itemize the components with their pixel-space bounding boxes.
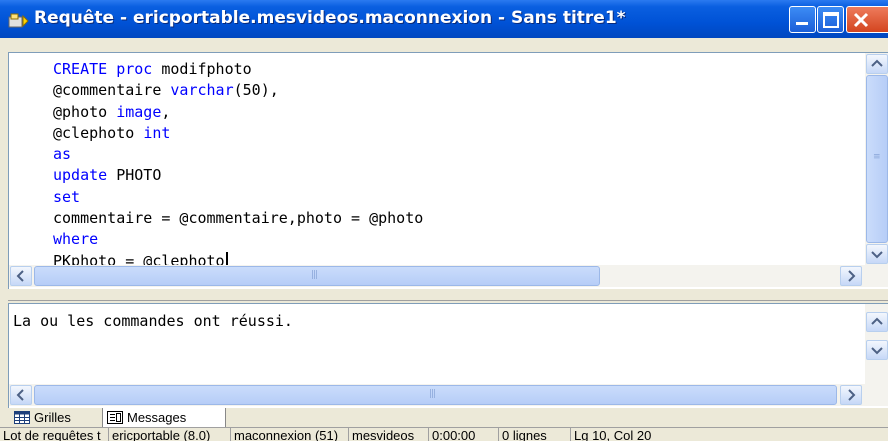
tab-label: Grilles: [34, 409, 71, 425]
sql-text: @photo: [53, 102, 117, 121]
horizontal-scroll-thumb[interactable]: |||: [34, 266, 600, 286]
status-batch: Lot de requêtes t: [0, 427, 108, 441]
minimize-icon: [796, 22, 808, 25]
code-line[interactable]: CREATE proc modifphoto: [53, 59, 423, 80]
chevron-down-icon: [871, 251, 883, 259]
code-line[interactable]: where: [53, 229, 423, 250]
sql-text: commentaire = @commentaire,photo = @phot…: [53, 209, 424, 228]
sql-keyword: update: [53, 166, 108, 185]
maximize-button[interactable]: [817, 6, 844, 33]
title-bar[interactable]: Requête - ericportable.mesvideos.maconne…: [0, 0, 888, 38]
code-line[interactable]: @photo image,: [53, 102, 423, 123]
result-tabs: Grilles Messages: [8, 408, 888, 428]
sql-editor[interactable]: CREATE proc modifphoto @commentaire varch…: [8, 52, 888, 289]
sql-keyword: proc: [116, 60, 153, 78]
scroll-down-button[interactable]: [866, 244, 888, 264]
status-cursor-position: Lg 10, Col 20: [570, 427, 888, 441]
sql-text: @commentaire: [53, 81, 171, 100]
chevron-right-icon: [848, 270, 856, 282]
query-app-icon: [8, 13, 29, 28]
scroll-right-button[interactable]: [840, 385, 862, 405]
sql-text: @clephoto: [53, 123, 144, 142]
code-line[interactable]: @commentaire varchar(50),: [53, 80, 423, 101]
sql-keyword: varchar: [170, 81, 234, 100]
chevron-up-icon: [871, 317, 883, 325]
scroll-up-button[interactable]: [866, 312, 888, 332]
status-server: ericportable (8.0): [108, 427, 230, 441]
tab-grilles[interactable]: Grilles: [10, 408, 102, 426]
status-database: mesvideos: [348, 427, 428, 441]
status-connection: maconnexion (51): [230, 427, 348, 441]
code-line[interactable]: commentaire = @commentaire,photo = @phot…: [53, 208, 423, 229]
grip-icon: ≡: [873, 152, 880, 162]
close-icon: [853, 12, 869, 28]
status-row-count: 0 lignes: [498, 427, 570, 441]
editor-horizontal-scrollbar[interactable]: |||: [9, 265, 888, 287]
sql-code[interactable]: CREATE proc modifphoto @commentaire varch…: [53, 59, 423, 272]
chevron-left-icon: [16, 270, 24, 282]
status-elapsed-time: 0:00:00: [428, 427, 498, 441]
grid-icon: [14, 410, 30, 424]
sql-keyword: set: [53, 187, 81, 206]
window-title: Requête - ericportable.mesvideos.maconne…: [34, 8, 626, 28]
sql-text: (50),: [233, 81, 279, 100]
sql-text: ,: [161, 102, 171, 121]
chevron-up-icon: [871, 59, 883, 67]
close-button[interactable]: [846, 6, 888, 33]
grip-icon: |||: [429, 389, 436, 399]
pane-splitter[interactable]: [8, 290, 888, 301]
grip-icon: |||: [311, 270, 318, 280]
sql-keyword: where: [53, 230, 99, 249]
results-vertical-scrollbar[interactable]: [865, 304, 888, 384]
result-message: La ou les commandes ont réussi.: [13, 312, 293, 330]
status-bar: Lot de requêtes t ericportable (8.0) mac…: [0, 427, 888, 441]
sql-keyword: as: [53, 145, 72, 164]
sql-keyword: int: [143, 123, 171, 142]
chevron-down-icon: [871, 347, 883, 355]
results-pane[interactable]: La ou les commandes ont réussi. |||: [8, 303, 888, 408]
scroll-up-button[interactable]: [866, 54, 888, 74]
scroll-left-button[interactable]: [10, 385, 32, 405]
maximize-icon: [823, 12, 839, 28]
editor-vertical-scrollbar[interactable]: ≡: [865, 53, 888, 265]
scroll-right-button[interactable]: [840, 266, 862, 286]
minimize-button[interactable]: [789, 6, 816, 33]
vertical-scroll-thumb[interactable]: ≡: [866, 75, 888, 243]
tab-messages[interactable]: Messages: [102, 408, 226, 428]
code-line[interactable]: as: [53, 144, 423, 165]
code-line[interactable]: @clephoto int: [53, 123, 423, 144]
sql-keyword: CREATE: [53, 60, 108, 78]
chevron-right-icon: [848, 389, 856, 401]
results-horizontal-scrollbar[interactable]: |||: [9, 384, 888, 406]
chevron-left-icon: [16, 389, 24, 401]
sql-text: modifphoto: [152, 60, 252, 78]
sql-keyword: image: [116, 102, 162, 121]
code-line[interactable]: set: [53, 187, 423, 208]
sql-text: PHOTO: [107, 166, 162, 185]
query-window: Requête - ericportable.mesvideos.maconne…: [0, 0, 888, 441]
tab-label: Messages: [127, 410, 187, 425]
scroll-down-button[interactable]: [866, 340, 888, 360]
messages-icon: [107, 411, 123, 424]
horizontal-scroll-thumb[interactable]: |||: [34, 385, 837, 405]
scroll-left-button[interactable]: [10, 266, 32, 286]
code-line[interactable]: update PHOTO: [53, 165, 423, 186]
